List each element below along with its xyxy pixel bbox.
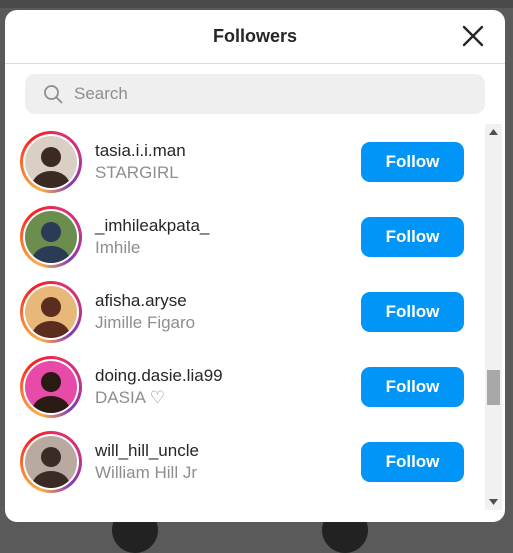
triangle-down-icon bbox=[489, 499, 498, 505]
username[interactable]: doing.dasie.lia99 bbox=[95, 365, 223, 387]
avatar[interactable] bbox=[25, 135, 77, 188]
follower-text: tasia.i.i.man STARGIRL bbox=[95, 140, 186, 184]
follower-row: _imhileakpata_ Imhile Follow bbox=[5, 199, 485, 274]
full-name: DASIA ♡ bbox=[95, 387, 166, 407]
avatar-image bbox=[25, 360, 77, 413]
background-page-bar bbox=[0, 0, 513, 8]
full-name: William Hill Jr bbox=[95, 462, 197, 482]
username[interactable]: afisha.aryse bbox=[95, 290, 195, 312]
full-name: STARGIRL bbox=[95, 162, 179, 182]
search-box[interactable] bbox=[25, 74, 485, 114]
avatar-image bbox=[25, 135, 77, 188]
close-icon bbox=[462, 25, 484, 47]
triangle-up-icon bbox=[489, 129, 498, 135]
avatar-image bbox=[25, 435, 77, 488]
follow-button[interactable]: Follow bbox=[361, 141, 464, 182]
avatar[interactable] bbox=[25, 360, 77, 413]
story-ring-inner bbox=[23, 208, 79, 265]
username[interactable]: will_hill_uncle bbox=[95, 440, 199, 462]
follower-text: _imhileakpata_ Imhile bbox=[95, 215, 209, 259]
avatar-image bbox=[25, 210, 77, 263]
close-button[interactable] bbox=[459, 22, 487, 50]
story-ring[interactable] bbox=[20, 130, 82, 193]
full-name: Jimille Figaro bbox=[95, 312, 196, 332]
search-icon bbox=[44, 85, 63, 104]
follow-button[interactable]: Follow bbox=[361, 441, 464, 482]
follower-row: doing.dasie.lia99 DASIA ♡ Follow bbox=[5, 349, 485, 424]
follower-row: tasia.i.i.man STARGIRL Follow bbox=[5, 124, 485, 199]
follower-row: will_hill_uncle William Hill Jr Follow bbox=[5, 424, 485, 499]
story-ring[interactable] bbox=[20, 280, 82, 343]
avatar[interactable] bbox=[25, 285, 77, 338]
follower-text: will_hill_uncle William Hill Jr bbox=[95, 440, 199, 484]
scrollbar-thumb[interactable] bbox=[487, 370, 500, 405]
story-ring-inner bbox=[23, 133, 79, 190]
story-ring[interactable] bbox=[20, 205, 82, 268]
scrollbar[interactable] bbox=[485, 124, 502, 510]
full-name: Imhile bbox=[95, 237, 141, 257]
story-ring-inner bbox=[23, 358, 79, 415]
follow-button[interactable]: Follow bbox=[361, 366, 464, 407]
followers-modal: Followers Search tasia.i.i.man STARGIRL … bbox=[5, 10, 505, 522]
story-ring[interactable] bbox=[20, 430, 82, 493]
follow-button[interactable]: Follow bbox=[361, 291, 464, 332]
follower-text: afisha.aryse Jimille Figaro bbox=[95, 290, 195, 334]
username[interactable]: tasia.i.i.man bbox=[95, 140, 186, 162]
avatar[interactable] bbox=[25, 210, 77, 263]
scroll-up-arrow[interactable] bbox=[485, 124, 502, 140]
avatar[interactable] bbox=[25, 435, 77, 488]
username[interactable]: _imhileakpata_ bbox=[95, 215, 209, 237]
scroll-down-arrow[interactable] bbox=[485, 494, 502, 510]
story-ring[interactable] bbox=[20, 355, 82, 418]
follower-text: doing.dasie.lia99 DASIA ♡ bbox=[95, 365, 223, 409]
follower-row: afisha.aryse Jimille Figaro Follow bbox=[5, 274, 485, 349]
search-container bbox=[5, 64, 505, 114]
avatar-image bbox=[25, 285, 77, 338]
story-ring-inner bbox=[23, 433, 79, 490]
modal-title: Followers bbox=[212, 26, 297, 46]
story-ring-inner bbox=[23, 283, 79, 340]
follow-button[interactable]: Follow bbox=[361, 216, 464, 257]
search-input[interactable] bbox=[72, 83, 456, 105]
followers-list: tasia.i.i.man STARGIRL Follow _imhileakp… bbox=[5, 124, 485, 510]
modal-header: Followers bbox=[5, 10, 505, 64]
